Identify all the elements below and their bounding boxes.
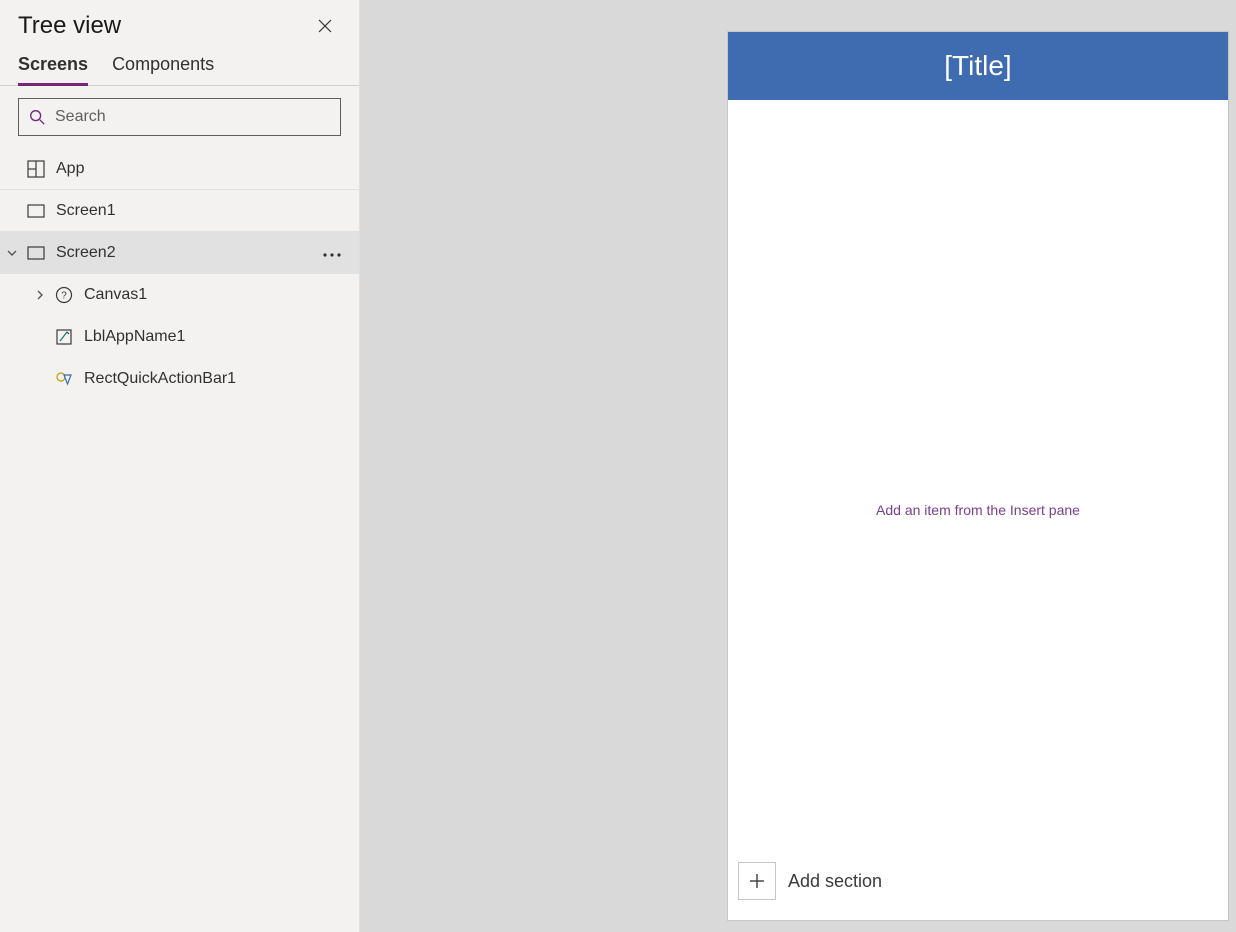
screen-icon	[24, 202, 48, 220]
panel-title: Tree view	[18, 12, 121, 40]
shape-icon	[52, 370, 76, 388]
chevron-right-icon[interactable]	[28, 289, 52, 301]
tree-view-panel: Tree view Screens Components	[0, 0, 360, 932]
tree-item-screen2[interactable]: Screen2	[0, 232, 359, 274]
app-icon	[24, 160, 48, 178]
title-bar[interactable]: [Title]	[728, 32, 1228, 100]
search-box[interactable]	[18, 98, 341, 136]
tree-item-label: Screen2	[48, 244, 116, 262]
screen-icon	[24, 244, 48, 262]
svg-text:?: ?	[61, 291, 67, 302]
design-canvas[interactable]: [Title] Add an item from the Insert pane…	[728, 32, 1228, 920]
tree-item-canvas1[interactable]: ? Canvas1	[0, 274, 359, 316]
close-panel-button[interactable]	[311, 12, 339, 40]
tree-item-label: Screen1	[48, 202, 116, 220]
add-section-label: Add section	[788, 871, 882, 892]
tab-components[interactable]: Components	[112, 46, 214, 85]
tree-item-label: Canvas1	[76, 286, 147, 304]
insert-hint: Add an item from the Insert pane	[876, 502, 1080, 518]
label-icon	[52, 328, 76, 346]
search-input[interactable]	[55, 108, 340, 126]
tree-item-app[interactable]: App	[0, 148, 359, 190]
chevron-down-icon[interactable]	[0, 247, 24, 259]
title-text: [Title]	[944, 50, 1011, 82]
tree-list: App Screen1 Screen2	[0, 148, 359, 932]
plus-icon	[738, 862, 776, 900]
tabs: Screens Components	[0, 46, 359, 86]
canvas-area: [Title] Add an item from the Insert pane…	[360, 0, 1236, 932]
search-icon	[19, 108, 55, 126]
question-icon: ?	[52, 286, 76, 304]
tree-item-screen1[interactable]: Screen1	[0, 190, 359, 232]
add-section-button[interactable]: Add section	[738, 862, 882, 900]
tree-item-label: RectQuickActionBar1	[76, 370, 236, 388]
close-icon	[317, 18, 333, 34]
tree-item-lblappname1[interactable]: LblAppName1	[0, 316, 359, 358]
more-options-button[interactable]	[323, 244, 341, 262]
tree-item-rectquickactionbar1[interactable]: RectQuickActionBar1	[0, 358, 359, 400]
canvas-body[interactable]: Add an item from the Insert pane Add sec…	[728, 100, 1228, 920]
tree-item-label: App	[48, 160, 84, 178]
tab-screens[interactable]: Screens	[18, 46, 88, 85]
more-icon	[323, 253, 341, 257]
tree-item-label: LblAppName1	[76, 328, 185, 346]
